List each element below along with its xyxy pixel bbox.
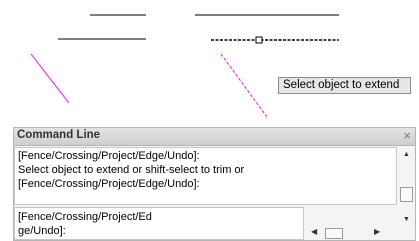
extend-tooltip: Select object to extend bbox=[278, 77, 411, 94]
command-input-line: [Fence/Crossing/Project/Ed bbox=[18, 211, 152, 223]
scroll-up-icon[interactable]: ▲ bbox=[403, 151, 410, 158]
magenta-line[interactable] bbox=[30, 53, 70, 104]
command-history: [Fence/Crossing/Project/Edge/Undo]: Sele… bbox=[14, 147, 397, 205]
scroll-right-icon[interactable]: ▶ bbox=[374, 227, 380, 236]
command-line-panel: Command Line × [Fence/Crossing/Project/E… bbox=[13, 127, 416, 241]
magenta-dashed-line[interactable] bbox=[220, 53, 268, 118]
horizontal-scroll-thumb[interactable] bbox=[325, 228, 343, 239]
vertical-scroll-thumb[interactable] bbox=[400, 187, 413, 202]
horizontal-scrollbar[interactable]: ◀ ▶ bbox=[308, 226, 398, 240]
history-line: [Fence/Crossing/Project/Edge/Undo]: bbox=[18, 178, 200, 190]
history-line: [Fence/Crossing/Project/Edge/Undo]: bbox=[18, 150, 200, 162]
command-input[interactable]: [Fence/Crossing/Project/Ed ge/Undo]: bbox=[14, 207, 304, 240]
history-line: Select object to extend or shift-select … bbox=[18, 164, 245, 176]
command-line-title: Command Line bbox=[17, 129, 101, 141]
command-input-line: ge/Undo]: bbox=[18, 225, 66, 237]
selection-grip[interactable] bbox=[255, 36, 263, 44]
close-icon[interactable]: × bbox=[403, 128, 411, 143]
vertical-scrollbar[interactable]: ▲ ▼ bbox=[398, 147, 414, 240]
scroll-left-icon[interactable]: ◀ bbox=[311, 227, 317, 236]
command-line-titlebar[interactable]: Command Line × bbox=[14, 128, 415, 146]
drawing-canvas[interactable] bbox=[0, 0, 419, 120]
scroll-down-icon[interactable]: ▼ bbox=[403, 216, 410, 223]
